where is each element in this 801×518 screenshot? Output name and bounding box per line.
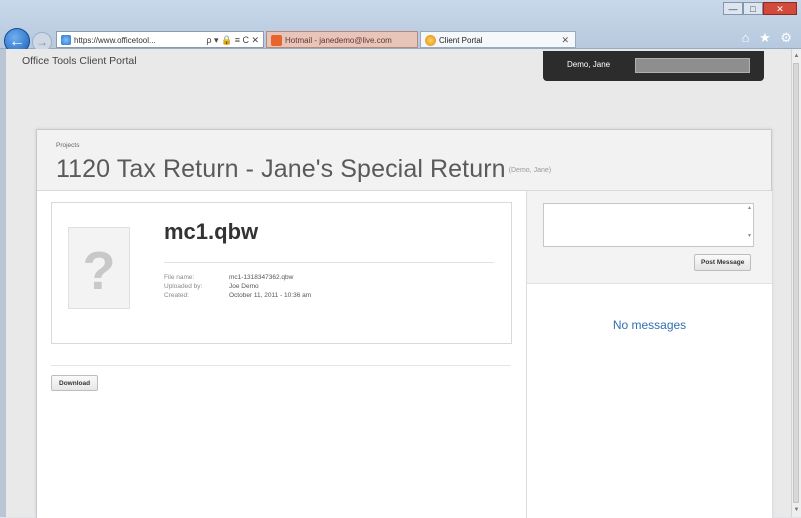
meta-value: Joe Demo <box>229 283 259 290</box>
meta-key: Created: <box>164 292 189 299</box>
message-input[interactable] <box>543 203 754 247</box>
file-thumbnail: ? <box>68 227 130 309</box>
user-bar: Demo, Jane <box>543 51 764 81</box>
meta-value: mc1-1318347362.qbw <box>229 274 294 281</box>
close-tab-icon[interactable]: ✕ <box>561 32 569 47</box>
maximize-button[interactable]: □ <box>743 2 763 15</box>
scroll-down-icon[interactable]: ▼ <box>792 505 801 515</box>
tab-hotmail[interactable]: Hotmail - janedemo@live.com <box>266 31 418 48</box>
ie-favicon-icon <box>61 35 71 45</box>
portal-title[interactable]: Office Tools Client Portal <box>22 55 137 67</box>
download-button[interactable]: Download <box>51 375 99 391</box>
file-details-panel: ? mc1.qbw File name: mc1-1318347362.qbw U… <box>51 202 512 344</box>
browser-toolbar: — □ ✕ ← → https://www.officetool... ρ ▾ 🔒 … <box>0 0 801 54</box>
address-bar[interactable]: https://www.officetool... ρ ▾ 🔒 ≡ C ✕ <box>56 31 264 48</box>
page-title: 1120 Tax Return - Jane's Special Return(… <box>56 155 551 184</box>
post-message-button[interactable]: Post Message <box>694 254 752 271</box>
address-controls[interactable]: ρ ▾ 🔒 ≡ C ✕ <box>206 32 259 47</box>
file-name-heading: mc1.qbw <box>164 219 259 244</box>
message-input-scroll-icon[interactable]: ▲ ▼ <box>746 205 753 245</box>
meta-key: File name: <box>164 274 195 281</box>
unknown-file-icon: ? <box>82 241 116 301</box>
meta-value: October 11, 2011 - 10:36 am <box>229 292 312 299</box>
project-client: (Demo, Jane) <box>508 166 552 174</box>
hotmail-icon <box>271 35 282 46</box>
tab-client-portal[interactable]: Client Portal ✕ <box>420 31 576 48</box>
ie-page-icon <box>425 35 436 46</box>
empty-messages-text: No messages <box>612 318 687 332</box>
minimize-button[interactable]: — <box>723 2 743 15</box>
meta-row-uploaded-by: Uploaded by: Joe Demo <box>164 283 259 290</box>
meta-key: Uploaded by: <box>164 283 203 290</box>
browser-tools[interactable]: ⌂ ★ ⚙ <box>742 30 795 46</box>
project-title: 1120 Tax Return - Jane's Special Return <box>56 155 506 183</box>
project-header: Projects 1120 Tax Return - Jane's Specia… <box>37 130 771 191</box>
divider <box>51 365 511 366</box>
meta-row-file-name: File name: mc1-1318347362.qbw <box>164 274 293 281</box>
scroll-thumb[interactable] <box>793 63 799 503</box>
tab-label: Client Portal <box>439 36 483 45</box>
forward-arrow-icon: → <box>36 35 48 49</box>
project-card: Projects 1120 Tax Return - Jane's Specia… <box>36 129 772 518</box>
meta-row-created: Created: October 11, 2011 - 10:36 am <box>164 292 311 299</box>
window-controls: — □ ✕ <box>723 2 797 16</box>
user-menu-obscured[interactable] <box>635 58 750 73</box>
divider <box>164 262 494 263</box>
close-window-button[interactable]: ✕ <box>763 2 797 15</box>
messages-sidebar: ▲ ▼ Post Message No messages <box>526 191 772 518</box>
breadcrumb[interactable]: Projects <box>56 142 79 149</box>
tab-label: Hotmail - janedemo@live.com <box>285 36 392 45</box>
address-url: https://www.officetool... <box>74 36 156 45</box>
scroll-up-icon[interactable]: ▲ <box>792 51 801 61</box>
page-scrollbar[interactable]: ▲ ▼ <box>791 49 801 517</box>
back-arrow-icon: ← <box>9 33 25 50</box>
user-name[interactable]: Demo, Jane <box>567 60 610 69</box>
message-compose: ▲ ▼ Post Message <box>527 191 772 284</box>
